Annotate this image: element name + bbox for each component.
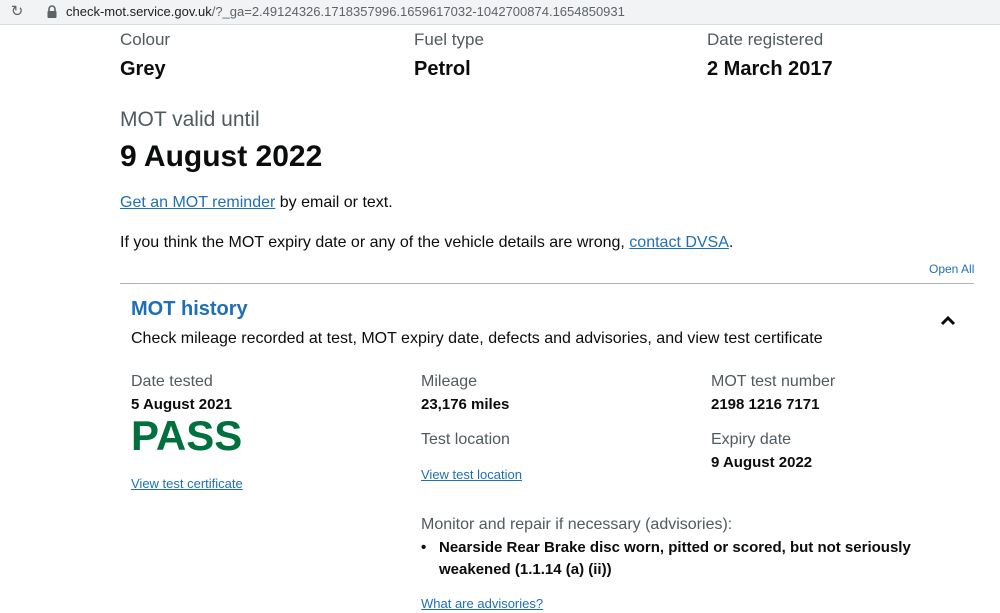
url-path: /?_ga=2.49124326.1718357996.1659617032-1…	[211, 4, 625, 19]
browser-address-bar: ↻ check-mot.service.gov.uk/?_ga=2.491243…	[0, 0, 1000, 25]
mot-history-title[interactable]: MOT history	[131, 296, 248, 322]
mot-history-description: Check mileage recorded at test, MOT expi…	[131, 330, 823, 347]
chevron-up-icon[interactable]	[940, 314, 956, 326]
contact-suffix: .	[728, 234, 734, 251]
mot-valid-label: MOT valid until	[120, 108, 260, 131]
date-registered-label: Date registered	[707, 30, 824, 49]
advisory-list-item: • Nearside Rear Brake disc worn, pitted …	[421, 537, 961, 581]
test-location-label: Test location	[421, 431, 510, 448]
colour-label: Colour	[120, 30, 171, 49]
advisory-text: Nearside Rear Brake disc worn, pitted or…	[439, 539, 911, 578]
mot-valid-date: 9 August 2022	[120, 140, 323, 173]
expiry-date-value: 9 August 2022	[711, 454, 813, 471]
contact-dvsa-link[interactable]: contact DVSA	[629, 234, 729, 251]
url-field[interactable]: check-mot.service.gov.uk/?_ga=2.49124326…	[66, 4, 625, 20]
wrong-details-text: If you think the MOT expiry date or any …	[120, 234, 630, 251]
contact-line: If you think the MOT expiry date or any …	[120, 232, 733, 254]
mileage-label: Mileage	[421, 373, 478, 390]
advisories-label: Monitor and repair if necessary (advisor…	[421, 516, 733, 533]
section-divider	[120, 283, 974, 284]
mileage-value: 23,176 miles	[421, 396, 510, 413]
open-all-button[interactable]: Open All	[929, 261, 974, 277]
mot-reminder-link[interactable]: Get an MOT reminder	[120, 194, 275, 211]
mot-test-number-value: 2198 1216 7171	[711, 396, 820, 413]
reminder-line: Get an MOT reminder by email or text.	[120, 192, 393, 214]
test-result-badge: PASS	[131, 412, 243, 459]
fuel-type-label: Fuel type	[414, 30, 484, 49]
expiry-date-label: Expiry date	[711, 431, 792, 448]
what-are-advisories-link[interactable]: What are advisories?	[421, 595, 543, 613]
reload-icon[interactable]: ↻	[8, 3, 26, 21]
bullet-icon: •	[421, 539, 427, 556]
reminder-suffix: by email or text.	[275, 194, 393, 211]
url-host: check-mot.service.gov.uk	[66, 4, 212, 19]
fuel-type-value: Petrol	[414, 58, 471, 80]
date-tested-label: Date tested	[131, 373, 213, 390]
date-registered-value: 2 March 2017	[707, 58, 833, 80]
colour-value: Grey	[120, 58, 166, 80]
mot-test-number-label: MOT test number	[711, 373, 836, 390]
view-test-certificate-link[interactable]: View test certificate	[131, 475, 243, 493]
lock-icon[interactable]	[46, 5, 58, 19]
view-test-location-link[interactable]: View test location	[421, 466, 522, 484]
